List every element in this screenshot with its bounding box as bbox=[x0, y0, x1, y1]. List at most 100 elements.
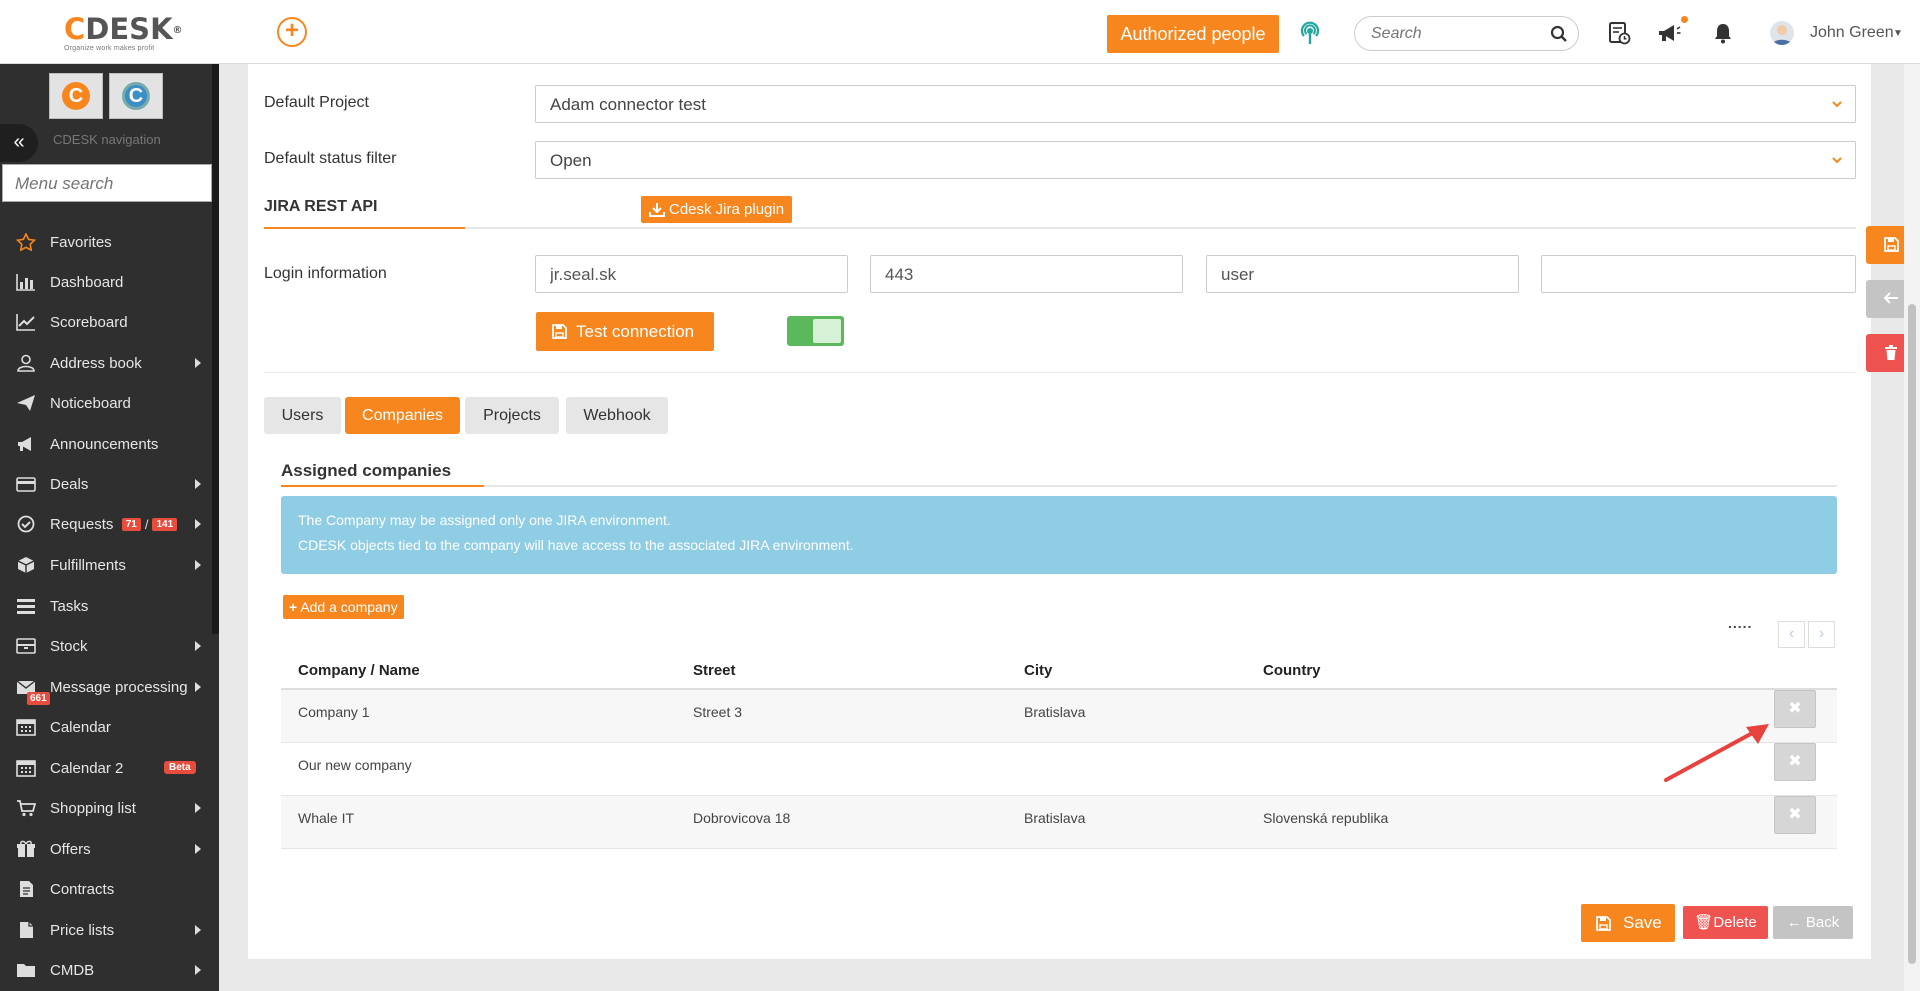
podcast-icon[interactable] bbox=[1297, 20, 1323, 46]
collapse-sidebar-icon[interactable]: « bbox=[0, 124, 38, 162]
logo-text: DESK bbox=[85, 12, 173, 46]
sidebar-scrollbar[interactable] bbox=[212, 64, 219, 634]
scrollbar-thumb[interactable] bbox=[1908, 304, 1916, 964]
sidebar-item-requests[interactable]: Requests 71/141 bbox=[0, 507, 212, 541]
menu-search[interactable] bbox=[2, 164, 212, 202]
quick-add-button[interactable]: + bbox=[277, 17, 307, 47]
sidebar-item-calendar[interactable]: Calendar bbox=[0, 710, 212, 744]
trash-icon bbox=[1885, 345, 1897, 360]
megaphone-icon[interactable] bbox=[1656, 20, 1682, 46]
sidebar-item-cmdb[interactable]: CMDB bbox=[0, 953, 212, 987]
app-tile-secondary[interactable]: C bbox=[109, 73, 163, 119]
default-project-label: Default Project bbox=[264, 94, 369, 111]
sidebar-item-dashboard[interactable]: Dashboard bbox=[0, 265, 212, 299]
close-icon: ✖ bbox=[1788, 806, 1802, 823]
next-page-button[interactable]: › bbox=[1808, 621, 1835, 648]
jira-user-field[interactable] bbox=[1206, 255, 1519, 293]
user-icon bbox=[17, 354, 35, 372]
jira-password-field[interactable] bbox=[1541, 255, 1856, 293]
tab-webhook[interactable]: Webhook bbox=[566, 397, 668, 434]
bell-icon[interactable] bbox=[1710, 20, 1736, 46]
download-icon bbox=[649, 203, 665, 217]
jira-port-field[interactable] bbox=[870, 255, 1183, 293]
remove-company-button[interactable]: ✖ bbox=[1774, 743, 1816, 781]
cell-city: Bratislava bbox=[1024, 810, 1086, 826]
add-company-button[interactable]: + Add a company bbox=[283, 595, 404, 619]
jira-host-field[interactable] bbox=[535, 255, 848, 293]
sidebar-item-fulfillments[interactable]: Fulfillments bbox=[0, 548, 212, 582]
star-icon bbox=[16, 233, 36, 251]
default-status-select[interactable]: Open bbox=[535, 141, 1856, 179]
default-status-label: Default status filter bbox=[264, 150, 397, 167]
jira-plugin-download-button[interactable]: Cdesk Jira plugin bbox=[641, 196, 793, 223]
sidebar-item-address-book[interactable]: Address book bbox=[0, 346, 212, 380]
prev-page-button[interactable]: ‹ bbox=[1778, 621, 1805, 648]
sidebar-item-deals[interactable]: Deals bbox=[0, 467, 212, 501]
table-row[interactable]: Company 1 Street 3 Bratislava bbox=[281, 690, 1837, 743]
column-header-country[interactable]: Country bbox=[1263, 662, 1321, 679]
remove-company-button[interactable]: ✖ bbox=[1774, 796, 1816, 834]
sidebar-item-price-lists[interactable]: Price lists bbox=[0, 913, 212, 947]
sidebar-item-message-processing[interactable]: Message processing 661 bbox=[0, 670, 212, 705]
cell-street: Street 3 bbox=[693, 704, 743, 720]
sidebar-item-announcements[interactable]: Announcements bbox=[0, 427, 212, 461]
remove-company-button[interactable]: ✖ bbox=[1774, 690, 1816, 728]
cell-street: Dobrovicova 18 bbox=[693, 810, 791, 826]
check-circle-icon bbox=[17, 515, 35, 533]
column-header-street[interactable]: Street bbox=[693, 662, 736, 679]
tab-users[interactable]: Users bbox=[264, 397, 341, 434]
save-icon bbox=[1883, 237, 1899, 252]
test-connection-button[interactable]: Test connection bbox=[536, 312, 714, 351]
authorized-people-button[interactable]: Authorized people bbox=[1107, 15, 1279, 53]
paper-plane-icon bbox=[17, 395, 35, 411]
top-bar: CDESK® Organize work makes profit + Auth… bbox=[0, 0, 1920, 64]
document-clock-icon[interactable] bbox=[1606, 20, 1632, 46]
user-name[interactable]: John Green bbox=[1810, 24, 1894, 42]
sidebar-item-offers[interactable]: Offers bbox=[0, 832, 212, 866]
jira-enabled-toggle[interactable] bbox=[787, 316, 844, 346]
sidebar-item-favorites[interactable]: Favorites bbox=[0, 225, 212, 259]
jira-password-input[interactable] bbox=[1556, 265, 1841, 285]
global-search[interactable] bbox=[1354, 16, 1579, 51]
jira-port-input[interactable] bbox=[885, 265, 1170, 285]
sidebar-item-scoreboard[interactable]: Scoreboard bbox=[0, 305, 212, 339]
page-scrollbar[interactable] bbox=[1904, 64, 1920, 991]
search-input[interactable] bbox=[1371, 25, 1541, 43]
save-button[interactable]: Save bbox=[1581, 904, 1675, 942]
sidebar-item-calendar-2[interactable]: Calendar 2 Beta bbox=[0, 751, 212, 785]
close-icon: ✖ bbox=[1788, 700, 1802, 717]
sidebar-item-shopping-list[interactable]: Shopping list bbox=[0, 791, 212, 825]
menu-search-input[interactable] bbox=[15, 174, 200, 194]
list-icon bbox=[17, 599, 35, 614]
column-header-name[interactable]: Company / Name bbox=[298, 662, 420, 679]
file-icon bbox=[20, 922, 33, 938]
sidebar-item-tasks[interactable]: Tasks bbox=[0, 589, 212, 623]
megaphone-icon bbox=[18, 437, 31, 451]
sidebar-item-noticeboard[interactable]: Noticeboard bbox=[0, 386, 212, 420]
jira-user-input[interactable] bbox=[1221, 265, 1506, 285]
avatar[interactable] bbox=[1770, 21, 1794, 45]
message-count-badge: 661 bbox=[27, 692, 50, 705]
arrow-left-icon: ← bbox=[1786, 914, 1806, 931]
back-button[interactable]: ← Back bbox=[1773, 906, 1853, 939]
tab-projects[interactable]: Projects bbox=[465, 397, 559, 434]
tab-companies[interactable]: Companies bbox=[345, 397, 460, 434]
info-line-2: CDESK objects tied to the company will h… bbox=[298, 537, 854, 553]
column-header-city[interactable]: City bbox=[1024, 662, 1052, 679]
jira-host-input[interactable] bbox=[550, 265, 835, 285]
cell-name: Company 1 bbox=[298, 704, 370, 720]
app-tile-cdesk[interactable]: C bbox=[49, 73, 103, 119]
delete-button[interactable]: 🗑Delete bbox=[1683, 906, 1768, 939]
chevron-down-icon[interactable]: ▼ bbox=[1893, 28, 1903, 39]
default-status-value: Open bbox=[550, 151, 592, 170]
section-divider bbox=[264, 372, 1856, 373]
sidebar-item-contracts[interactable]: Contracts bbox=[0, 872, 212, 906]
chevron-right-icon bbox=[195, 479, 201, 489]
cdesk-logo[interactable]: CDESK® Organize work makes profit bbox=[64, 14, 194, 54]
chevron-right-icon bbox=[195, 803, 201, 813]
search-icon[interactable] bbox=[1550, 25, 1568, 43]
default-project-select[interactable]: Adam connector test bbox=[535, 85, 1856, 123]
table-row[interactable]: Whale IT Dobrovicova 18 Bratislava Slove… bbox=[281, 796, 1837, 849]
table-row[interactable]: Our new company bbox=[281, 743, 1837, 796]
sidebar-item-stock[interactable]: Stock bbox=[0, 629, 212, 663]
